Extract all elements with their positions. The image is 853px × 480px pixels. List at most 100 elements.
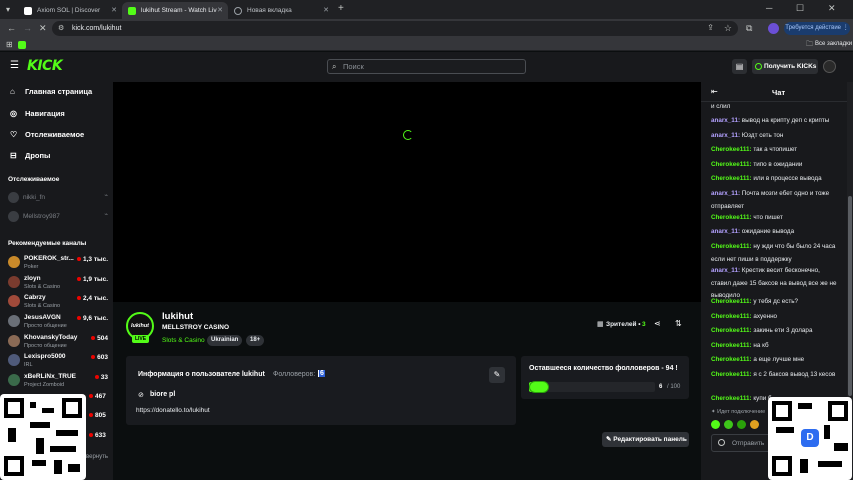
stop-loading-icon[interactable]: ✕ [39,24,47,33]
link-label[interactable]: biore pl [150,391,175,398]
browser-tab-kick[interactable]: lukihut Stream - Watch Live on ✕ [122,2,228,19]
edit-icon[interactable]: ✎ [489,367,505,383]
emote-icon[interactable] [750,420,759,429]
edit-panel-button[interactable]: ✎ Редактировать панель [602,432,689,447]
browser-tab-bar: ▾ Axiom SOL | Discover ✕ lukihut Stream … [0,0,853,19]
gift-icon: ⊟ [10,151,17,160]
maximize-icon[interactable]: ☐ [796,4,804,13]
channel-name[interactable]: lukihut [162,311,193,322]
channel-category: Просто общение [24,343,67,349]
emote-row [711,419,771,431]
chat-username[interactable]: Cherokee111: [711,371,752,378]
recommended-channel[interactable]: zloyn Slots & Casino 1,9 тыс. [8,274,108,292]
viewer-count: 633 [89,432,106,439]
recommended-heading: Рекомендуемые каналы [8,240,87,247]
chat-text: вывод на крипту деп с крипты [740,117,830,124]
link-url[interactable]: https://donatello.to/lukihut [136,407,210,414]
emote-icon[interactable] [724,420,733,429]
chat-username[interactable]: Cherokee111: [711,175,752,182]
forward-icon[interactable]: → [23,24,32,33]
emote-icon[interactable] [737,420,746,429]
video-player[interactable] [113,82,701,302]
close-tab-icon[interactable]: ✕ [111,6,117,14]
menu-icon[interactable]: ☰ [10,60,19,71]
tag-age[interactable]: 18+ [246,335,265,346]
goal-progress-value: 6 [659,384,663,390]
extensions-icon[interactable]: ⧉ [746,24,752,33]
chat-text: а еще лучше мне [751,356,805,363]
chat-username[interactable]: anarx_11: [711,190,740,197]
share-icon[interactable]: ⇪ [707,23,714,32]
chat-username[interactable]: Cherokee111: [711,327,752,334]
bookmark-favicon-icon[interactable] [18,41,26,49]
browser-tab-axiom[interactable]: Axiom SOL | Discover ✕ [18,2,122,19]
tab-search-icon[interactable]: ▾ [6,5,10,14]
back-icon[interactable]: ← [7,24,16,33]
recommended-channel[interactable]: Lexispro5000 IRL 603 [8,352,108,370]
chat-username[interactable]: Cherokee111: [711,342,752,349]
chat-text: и слил [711,103,731,110]
chat-username[interactable]: Cherokee111: [711,298,752,305]
apps-icon[interactable]: ⊞ [6,40,13,49]
channel-category: Project Zomboid [24,382,65,388]
recommended-channel[interactable]: JesusAVGN Просто общение 9,6 тыс. [8,313,108,331]
recommended-channel[interactable]: POKEROK_str... Poker 1,3 тыс. [8,254,108,272]
action-required-button[interactable]: Требуется действие ⋮ [784,22,850,35]
avatar [8,354,20,366]
address-bar[interactable]: ⚙ kick.com/lukihut ☆ ⇪ [52,21,738,36]
settings-icon[interactable]: ⇅ [675,319,682,328]
chat-username[interactable]: anarx_11: [711,132,740,139]
chat-username[interactable]: anarx_11: [711,228,740,235]
chat-scrollbar-thumb[interactable] [848,196,852,396]
following-item[interactable]: nikki_fn ⌁ [8,192,108,203]
nav-browse[interactable]: ◎ Навигация [10,109,65,118]
collapse-sidebar-link[interactable]: вернуть [86,454,108,460]
close-tab-icon[interactable]: ✕ [217,6,223,14]
nav-home[interactable]: ⌂ Главная страница [10,87,92,96]
emote-icon[interactable] [711,420,720,429]
search-input[interactable]: ⌕ Поиск [327,59,526,74]
tag-language[interactable]: Ukrainian [207,335,243,346]
connecting-icon: ✦ [711,409,716,415]
chat-username[interactable]: Cherokee111: [711,161,752,168]
chat-username[interactable]: Cherokee111: [711,243,752,250]
chat-username[interactable]: Cherokee111: [711,146,752,153]
qr-code-left [0,394,86,480]
recommended-channel[interactable]: Cabrzy Slots & Casino 2,4 тыс. [8,293,108,311]
star-icon[interactable]: ☆ [724,23,732,34]
kick-logo[interactable]: KICK [27,58,63,74]
nav-following[interactable]: ♡ Отслеживаемое [10,130,84,139]
site-info-icon[interactable]: ⚙ [58,24,64,32]
qr-finder [4,398,24,418]
collapse-chat-icon[interactable]: ⇤ [711,87,718,96]
channel-name: JesusAVGN [24,314,61,321]
library-button[interactable]: ▤ [732,59,747,74]
close-tab-icon[interactable]: ✕ [323,6,329,14]
profile-avatar[interactable] [768,23,779,34]
share-icon[interactable]: ⋖ [654,319,661,328]
kick-header: ☰ KICK ⌕ Поиск ▤ Получить KICKs [0,52,853,82]
chat-username[interactable]: Cherokee111: [711,356,752,363]
qr-module [68,464,80,472]
recommended-channel[interactable]: KhovanskyToday Просто общение 504 [8,333,108,351]
category-link[interactable]: Slots & Casino [162,337,205,344]
edit-panel-label: Редактировать панель [613,436,687,443]
get-kicks-button[interactable]: Получить KICKs [752,59,818,74]
user-avatar[interactable] [823,60,836,73]
url-text: kick.com/lukihut [72,25,122,32]
chat-username[interactable]: Cherokee111: [711,395,752,402]
all-bookmarks-link[interactable]: Все закладки [815,41,852,47]
close-window-icon[interactable]: ✕ [828,4,836,13]
browser-tab-new[interactable]: Новая вкладка ✕ [228,2,334,19]
tab-title: Новая вкладка [247,7,292,14]
recommended-channel[interactable]: xBeRLiNx_TRUE Project Zomboid 33 [8,372,108,390]
following-item[interactable]: Mellstroy987 ⌁ [8,211,108,222]
chat-username[interactable]: Cherokee111: [711,214,752,221]
minimize-icon[interactable]: ─ [766,4,772,13]
nav-drops[interactable]: ⊟ Дропы [10,151,50,160]
channel-info: lukihut LIVE lukihut MELLSTROY CASINO Sl… [113,302,701,480]
chat-username[interactable]: Cherokee111: [711,313,752,320]
chat-username[interactable]: anarx_11: [711,117,740,124]
new-tab-button[interactable]: + [338,4,344,14]
chat-username[interactable]: anarx_11: [711,267,740,274]
